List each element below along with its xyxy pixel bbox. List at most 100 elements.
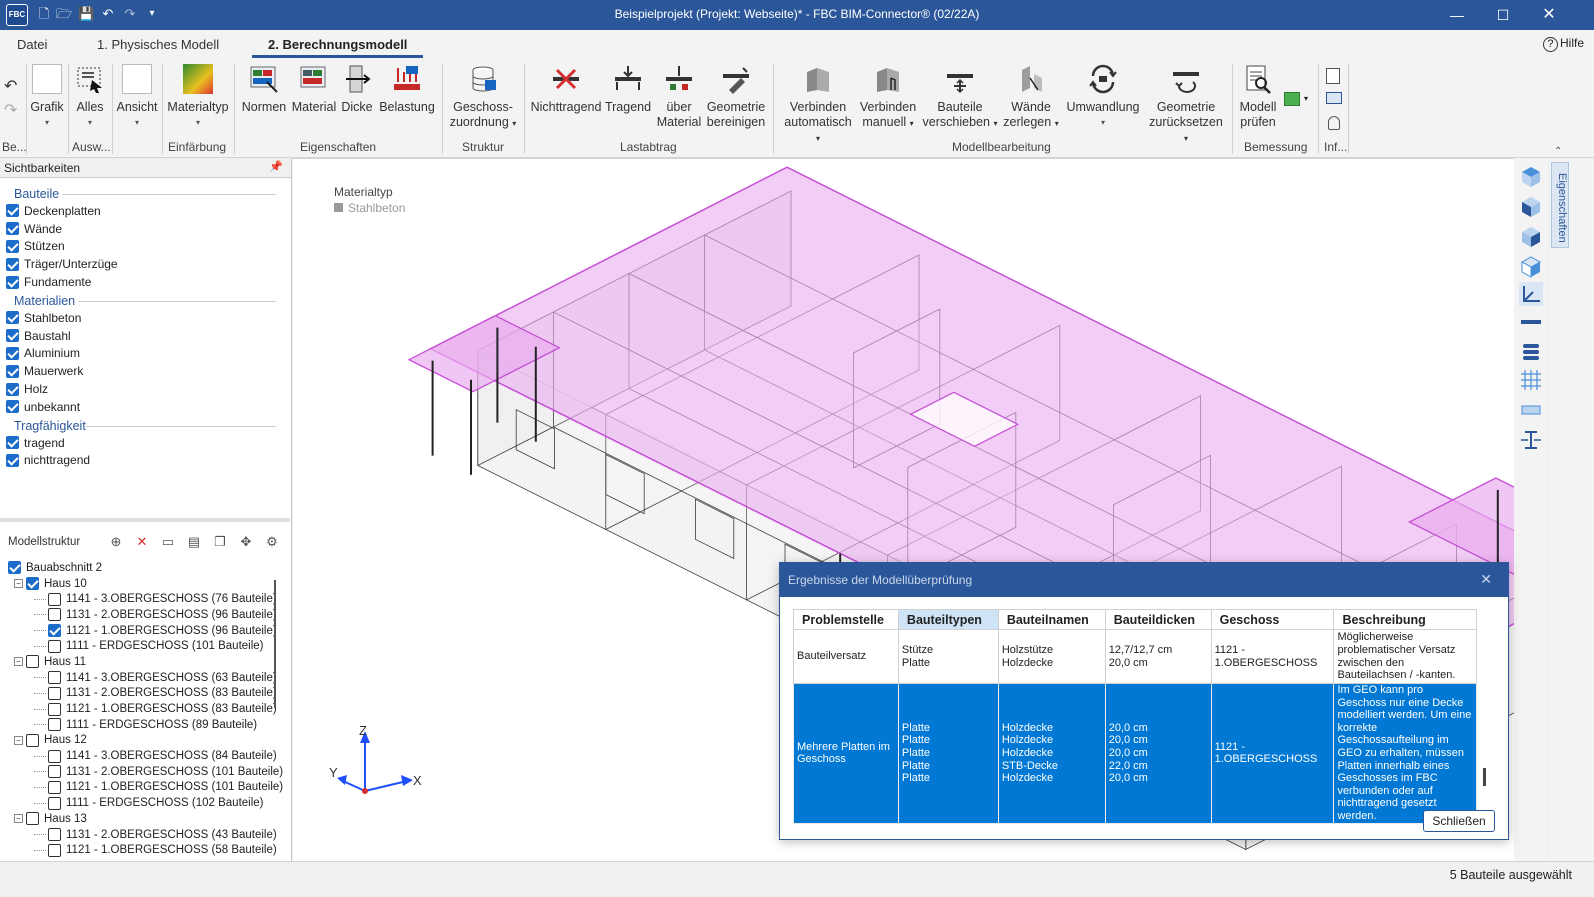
tree-floor[interactable]: 1111 - ERDGESCHOSS (102 Bauteile)	[0, 795, 284, 811]
column-header-beschreibung[interactable]: Beschreibung	[1333, 609, 1477, 630]
info-document-icon[interactable]	[1326, 68, 1340, 84]
visibility-item[interactable]: Träger/Unterzüge	[0, 255, 290, 273]
checkbox[interactable]	[6, 204, 19, 218]
visibility-item[interactable]: Stahlbeton	[0, 309, 290, 327]
tree-floor[interactable]: 1131 - 2.OBERGESCHOSS (101 Bauteile)	[0, 764, 284, 780]
checkbox[interactable]	[48, 843, 61, 857]
checkbox[interactable]	[48, 671, 61, 685]
checkbox[interactable]	[6, 436, 19, 450]
tree-house[interactable]: − Haus 11	[0, 654, 284, 670]
copy-icon[interactable]: ❐	[212, 534, 228, 550]
checkbox[interactable]	[6, 329, 19, 343]
collapse-toggle-icon[interactable]: −	[14, 579, 23, 589]
checkbox[interactable]	[6, 222, 19, 236]
nichttragend-button[interactable]: Nichttragend	[530, 64, 602, 115]
checkbox[interactable]	[8, 561, 21, 575]
table-row[interactable]: Bauteilversatz Stütze Platte Holzstütze …	[793, 629, 1477, 684]
tree-house[interactable]: − Haus 13	[0, 811, 284, 827]
tree-floor[interactable]: 1141 - 3.OBERGESCHOSS (76 Bauteile)	[0, 591, 284, 607]
visibility-item[interactable]: Stützen	[0, 238, 290, 256]
geometrie-bereinigen-button[interactable]: Geometrie bereinigen	[704, 64, 768, 130]
column-header-geschoss[interactable]: Geschoss	[1210, 609, 1335, 630]
tragend-button[interactable]: Tragend	[604, 64, 652, 115]
visibility-item[interactable]: Wände	[0, 220, 290, 238]
collapse-toggle-icon[interactable]: −	[14, 814, 23, 824]
close-window-icon[interactable]: ✕	[1526, 0, 1572, 30]
help-button[interactable]: ? Hilfe	[1542, 36, 1584, 52]
checkbox[interactable]	[48, 702, 61, 716]
dicke-button[interactable]: Dicke	[340, 64, 374, 115]
tab-berechnungsmodell[interactable]: 2. Berechnungsmodell	[251, 37, 424, 58]
checkbox[interactable]	[6, 311, 19, 325]
maximize-icon[interactable]: ☐	[1480, 0, 1526, 30]
ansicht-button[interactable]: Ansicht ▾	[115, 64, 159, 130]
checkbox[interactable]	[48, 608, 61, 622]
tree-settings-icon[interactable]: ⚙	[264, 534, 280, 550]
tree-floor[interactable]: 1121 - 1.OBERGESCHOSS (96 Bauteile)	[0, 623, 284, 639]
checkbox[interactable]	[48, 624, 61, 638]
checkbox[interactable]	[6, 239, 19, 253]
grid-icon[interactable]	[1519, 368, 1543, 392]
checkbox[interactable]	[48, 796, 61, 810]
column-header-bauteiltypen[interactable]: Bauteiltypen	[897, 609, 999, 630]
checkbox[interactable]	[6, 275, 19, 289]
add-icon[interactable]: ⊕	[108, 534, 124, 550]
visibility-item[interactable]: Holz	[0, 380, 290, 398]
move-icon[interactable]: ✥	[238, 534, 254, 550]
alles-button[interactable]: Alles ▾	[72, 64, 108, 130]
checkbox[interactable]	[48, 749, 61, 763]
eigenschaften-side-tab[interactable]: Eigenschaften	[1551, 162, 1569, 248]
collapse-up-icon[interactable]: ⌃	[1554, 146, 1562, 157]
visibility-item[interactable]: Mauerwerk	[0, 362, 290, 380]
visibility-item[interactable]: nichttragend	[0, 452, 290, 470]
tree-floor[interactable]: 1111 - ERDGESCHOSS (101 Bauteile)	[0, 638, 284, 654]
export-icon[interactable]	[1284, 92, 1300, 106]
tree-floor[interactable]: 1121 - 1.OBERGESCHOSS (58 Bauteile)	[0, 842, 284, 858]
text-cursor-icon[interactable]	[1519, 428, 1543, 452]
checkbox[interactable]	[6, 364, 19, 378]
belastung-button[interactable]: Belastung	[378, 64, 436, 115]
minimize-icon[interactable]: —	[1434, 0, 1480, 30]
tree-house[interactable]: − Haus 10	[0, 576, 284, 592]
info-user-icon[interactable]	[1328, 116, 1340, 130]
visibility-item[interactable]: Fundamente	[0, 273, 290, 291]
checkbox[interactable]	[6, 382, 19, 396]
ribbon-redo-icon[interactable]: ↷	[4, 100, 17, 120]
section-plane-icon[interactable]	[1519, 398, 1543, 422]
close-dialog-button[interactable]: Schließen	[1423, 810, 1495, 832]
dialog-scrollbar[interactable]	[1483, 768, 1486, 786]
dimension-icon[interactable]	[1519, 310, 1543, 334]
geschosszuordnung-button[interactable]: Geschoss-zuordnung ▾	[448, 64, 518, 131]
material-button[interactable]: Material	[290, 64, 338, 115]
collapse-toggle-icon[interactable]: −	[14, 657, 23, 667]
column-header-bauteildicken[interactable]: Bauteildicken	[1104, 609, 1212, 630]
view-cube-top-icon[interactable]	[1519, 164, 1543, 188]
checkbox[interactable]	[26, 577, 39, 591]
checkbox[interactable]	[48, 765, 61, 779]
tree-floor[interactable]: 1121 - 1.OBERGESCHOSS (101 Bauteile)	[0, 780, 284, 796]
umwandlung-button[interactable]: Umwandlung ▾	[1064, 64, 1142, 130]
view-cube-iso-icon[interactable]	[1519, 254, 1543, 278]
checkbox[interactable]	[26, 655, 39, 669]
checkbox[interactable]	[26, 733, 39, 747]
tab-datei[interactable]: Datei	[17, 37, 47, 52]
checkbox[interactable]	[48, 828, 61, 842]
tree-scrollbar[interactable]	[274, 580, 276, 708]
view-cube-side-icon[interactable]	[1519, 224, 1543, 248]
panel-splitter[interactable]	[0, 518, 290, 522]
pin-icon[interactable]: 📌	[269, 160, 283, 173]
verbinden-automatisch-button[interactable]: Verbinden automatisch ▾	[784, 64, 852, 146]
checkbox[interactable]	[48, 686, 61, 700]
layers-icon[interactable]	[1519, 340, 1543, 364]
checkbox[interactable]	[6, 257, 19, 271]
tree-floor[interactable]: 1141 - 3.OBERGESCHOSS (84 Bauteile)	[0, 748, 284, 764]
dialog-close-icon[interactable]: ✕	[1480, 571, 1492, 588]
checkbox[interactable]	[48, 780, 61, 794]
tree-floor[interactable]: 1111 - ERDGESCHOSS (89 Bauteile)	[0, 717, 284, 733]
tree-floor[interactable]: 1131 - 2.OBERGESCHOSS (43 Bauteile)	[0, 827, 284, 843]
visibility-item[interactable]: Deckenplatten	[0, 202, 290, 220]
geometrie-zuruecksetzen-button[interactable]: Geometrie zurücksetzen ▾	[1146, 64, 1226, 146]
delete-icon[interactable]: ✕	[134, 534, 150, 550]
normen-button[interactable]: Normen	[240, 64, 288, 115]
export-dropdown-icon[interactable]: ▾	[1304, 94, 1308, 103]
